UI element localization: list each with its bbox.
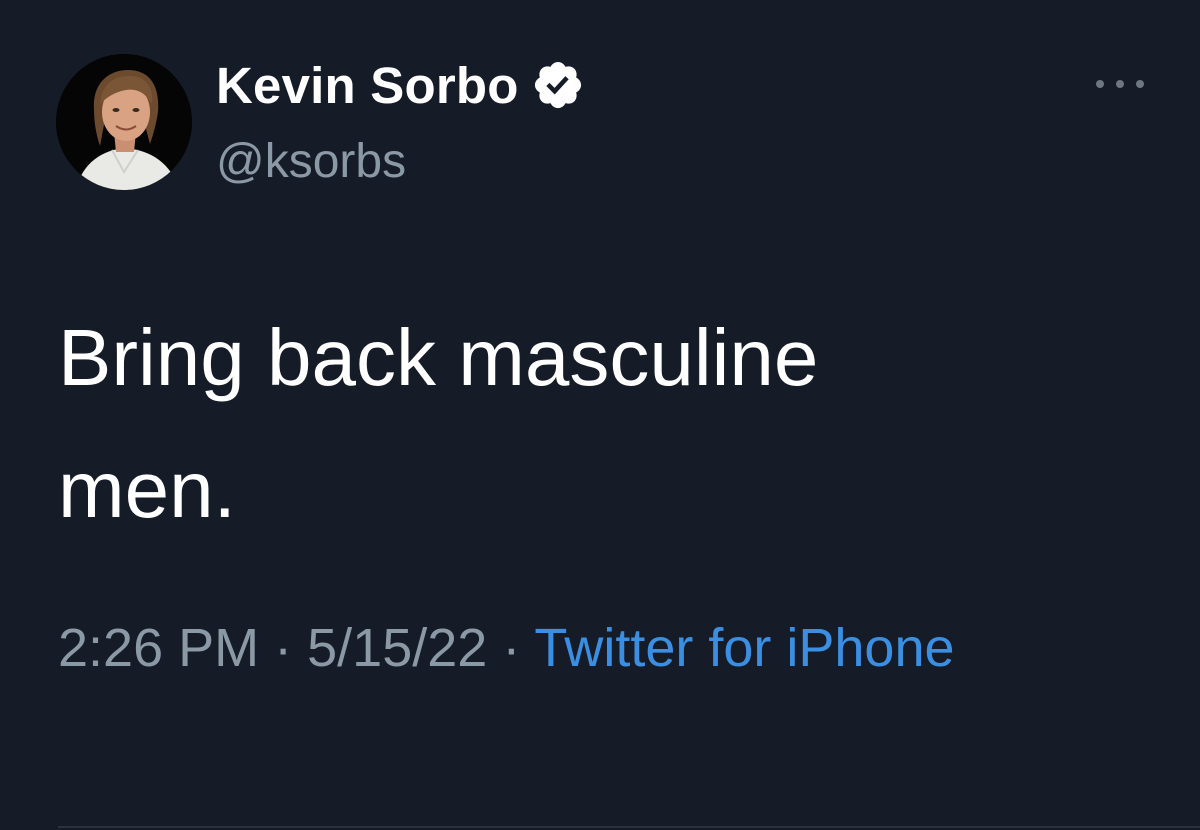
tweet-date[interactable]: 5/15/22 — [307, 618, 487, 678]
divider — [58, 826, 1200, 828]
verified-badge-icon — [531, 58, 585, 112]
dot-icon — [1116, 80, 1124, 88]
avatar-photo — [56, 54, 192, 190]
tweet-text: Bring back masculine men. — [58, 313, 819, 534]
tweet-metadata: 2:26 PM · 5/15/22 · Twitter for iPhone — [58, 604, 1058, 692]
tweet-source-link[interactable]: Twitter for iPhone — [534, 618, 954, 678]
tweet-time[interactable]: 2:26 PM — [58, 618, 259, 678]
author-display-name[interactable]: Kevin Sorbo — [216, 56, 519, 115]
more-options-icon[interactable] — [1096, 66, 1144, 102]
author-handle[interactable]: @ksorbs — [216, 134, 406, 189]
tweet-card: Kevin Sorbo @ksorbs Bring back masculine… — [0, 0, 1200, 830]
meta-separator: · — [274, 618, 308, 678]
dot-icon — [1136, 80, 1144, 88]
avatar[interactable] — [56, 54, 192, 190]
author-name-row: Kevin Sorbo — [216, 52, 585, 118]
meta-separator: · — [502, 618, 535, 678]
dot-icon — [1096, 80, 1104, 88]
